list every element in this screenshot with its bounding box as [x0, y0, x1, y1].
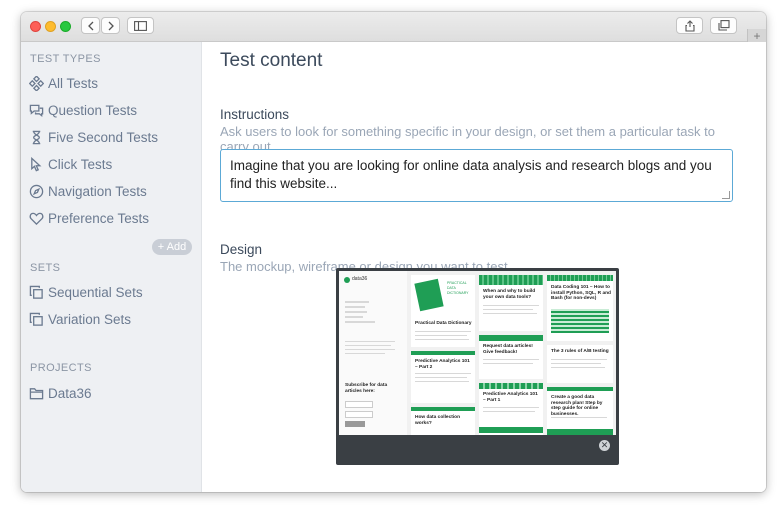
heart-icon [29, 212, 44, 226]
design-logo-icon [344, 277, 350, 283]
sidebar-item-label: All Tests [48, 76, 99, 91]
sidebar-item-label: Click Tests [48, 157, 113, 172]
new-tab-button[interactable]: + [747, 29, 766, 43]
add-set-button[interactable]: + Add [152, 239, 192, 255]
sidebar-item-label: Preference Tests [48, 211, 150, 226]
section-title-test-types: TEST TYPES [30, 53, 101, 65]
tabs-icon [717, 20, 730, 31]
instructions-textarea[interactable]: Imagine that you are looking for online … [220, 149, 733, 202]
sidebar-item-five-second-tests[interactable]: Five Second Tests [29, 130, 158, 145]
sidebar-item-question-tests[interactable]: Question Tests [29, 103, 137, 118]
browser-window: + TEST TYPES All Tests Question Tests Fi… [21, 12, 766, 492]
remove-design-button[interactable]: ✕ [599, 440, 610, 451]
sidebar-item-label: Data36 [48, 386, 92, 401]
design-card-title: Practical Data Dictionary [415, 321, 472, 326]
sidebar-item-sequential-sets[interactable]: Sequential Sets [29, 285, 143, 300]
tabs-overview-button[interactable] [710, 17, 737, 34]
section-title-sets: SETS [30, 262, 61, 274]
network-icon [29, 76, 44, 91]
copy-icon [29, 312, 43, 326]
design-card-title: Request data articles! Give feedback! [483, 344, 533, 355]
instructions-value: Imagine that you are looking for online … [230, 158, 712, 191]
zoom-window-button[interactable] [60, 21, 71, 32]
design-preview[interactable]: data36 Subscribe for data articles here: [336, 268, 619, 465]
plus-icon: + [753, 29, 761, 43]
design-card-title: Predictive Analytics 101 – Part 2 [415, 359, 470, 370]
share-icon [684, 19, 695, 32]
share-button[interactable] [676, 17, 703, 34]
back-button[interactable] [81, 17, 100, 34]
sidebar-item-all-tests[interactable]: All Tests [29, 76, 98, 91]
design-card-title: Data Coding 101 – How to install Python,… [551, 285, 611, 301]
sidebar-item-project-data36[interactable]: Data36 [29, 386, 92, 401]
compass-icon [29, 184, 44, 199]
folder-icon [29, 388, 44, 400]
forward-button[interactable] [101, 17, 120, 34]
design-subscribe-title: Subscribe for data articles here: [345, 383, 388, 394]
chevron-right-icon [108, 21, 114, 30]
design-card-title: The 3 rules of A/B testing [551, 349, 609, 354]
section-title-projects: PROJECTS [30, 362, 92, 374]
design-card-title: Predictive Analytics 101 – Part 1 [483, 392, 538, 403]
cursor-icon [31, 157, 42, 172]
design-sidebar: data36 Subscribe for data articles here: [339, 271, 407, 435]
resize-handle[interactable] [722, 191, 730, 199]
title-bar: + [21, 12, 766, 43]
sidebar-item-preference-tests[interactable]: Preference Tests [29, 211, 149, 226]
chevron-left-icon [87, 21, 93, 30]
sidebar-item-variation-sets[interactable]: Variation Sets [29, 312, 131, 327]
design-card-title: How data collection works? [415, 415, 461, 426]
sidebar: TEST TYPES All Tests Question Tests Five… [21, 42, 202, 492]
sidebar-icon [134, 20, 147, 31]
page-title: Test content [220, 50, 323, 71]
sidebar-item-label: Sequential Sets [48, 285, 143, 300]
instructions-label: Instructions [220, 107, 290, 122]
hourglass-icon [32, 130, 41, 145]
copy-icon [29, 285, 43, 299]
close-window-button[interactable] [30, 21, 41, 32]
sidebar-item-navigation-tests[interactable]: Navigation Tests [29, 184, 147, 199]
design-screenshot: data36 Subscribe for data articles here: [339, 271, 616, 435]
design-card-title: Create a good data research plan! Step b… [551, 395, 603, 417]
sidebar-item-click-tests[interactable]: Click Tests [29, 157, 112, 172]
minimize-window-button[interactable] [45, 21, 56, 32]
design-brand: data36 [352, 276, 368, 282]
sidebar-toggle-button[interactable] [127, 17, 154, 34]
sidebar-item-label: Variation Sets [48, 312, 132, 327]
design-card-title: When and why to build your own data tool… [483, 289, 536, 300]
design-label: Design [220, 242, 263, 257]
speech-bubbles-icon [29, 104, 44, 118]
sidebar-item-label: Five Second Tests [48, 130, 159, 145]
sidebar-item-label: Navigation Tests [48, 184, 147, 199]
main-content: Test content Instructions Ask users to l… [202, 42, 766, 492]
sidebar-item-label: Question Tests [48, 103, 138, 118]
